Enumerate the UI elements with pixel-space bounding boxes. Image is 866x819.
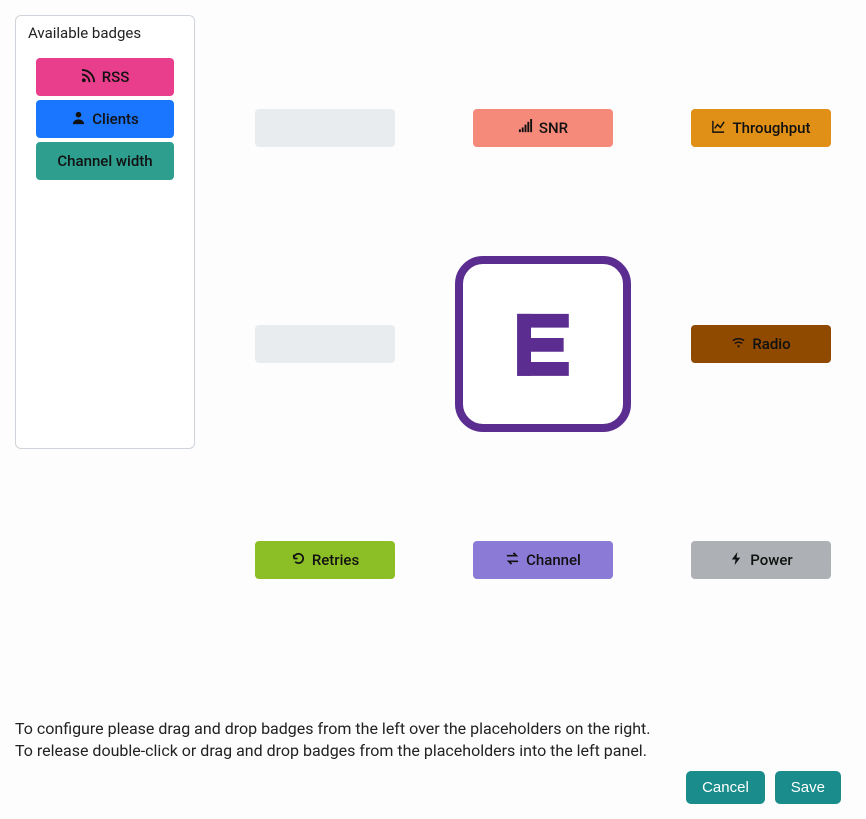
slot-badge-power[interactable]: Power bbox=[691, 541, 831, 579]
available-badges-panel: Available badges RSS Clients Channel width bbox=[15, 15, 195, 449]
badge-label: Clients bbox=[92, 110, 139, 128]
available-badge-channel-width[interactable]: Channel width bbox=[36, 142, 174, 180]
badge-label: Throughput bbox=[732, 119, 810, 137]
slot-badge-throughput[interactable]: Throughput bbox=[691, 109, 831, 147]
badge-label: Power bbox=[750, 551, 792, 569]
user-icon bbox=[71, 110, 86, 129]
available-badge-rss[interactable]: RSS bbox=[36, 58, 174, 96]
rss-icon bbox=[81, 68, 96, 87]
device-logo bbox=[455, 256, 631, 432]
swap-icon bbox=[505, 551, 520, 570]
undo-icon bbox=[291, 551, 306, 570]
slot-badge-snr[interactable]: SNR bbox=[473, 109, 613, 147]
slot-placeholder[interactable] bbox=[255, 325, 395, 363]
panel-title: Available badges bbox=[28, 24, 186, 42]
wifi-icon bbox=[731, 335, 746, 354]
chart-icon bbox=[711, 119, 726, 138]
bolt-icon bbox=[729, 551, 744, 570]
badge-layout-grid: SNR Throughput Radio Retries Channel Power bbox=[215, 15, 851, 673]
instructions-line-2: To release double-click or drag and drop… bbox=[15, 740, 851, 762]
instructions-line-1: To configure please drag and drop badges… bbox=[15, 718, 851, 740]
badge-label: Channel width bbox=[57, 152, 152, 170]
slot-badge-retries[interactable]: Retries bbox=[255, 541, 395, 579]
slot-badge-radio[interactable]: Radio bbox=[691, 325, 831, 363]
badge-label: RSS bbox=[102, 68, 130, 86]
instructions-text: To configure please drag and drop badges… bbox=[15, 718, 851, 763]
cancel-button[interactable]: Cancel bbox=[686, 771, 765, 804]
badge-label: Channel bbox=[526, 551, 581, 569]
save-button[interactable]: Save bbox=[775, 771, 841, 804]
badge-label: Radio bbox=[752, 335, 790, 353]
badge-label: Retries bbox=[312, 551, 359, 569]
badge-label: SNR bbox=[539, 119, 568, 137]
slot-badge-channel[interactable]: Channel bbox=[473, 541, 613, 579]
slot-placeholder[interactable] bbox=[255, 109, 395, 147]
signal-icon bbox=[518, 119, 533, 138]
available-badge-clients[interactable]: Clients bbox=[36, 100, 174, 138]
